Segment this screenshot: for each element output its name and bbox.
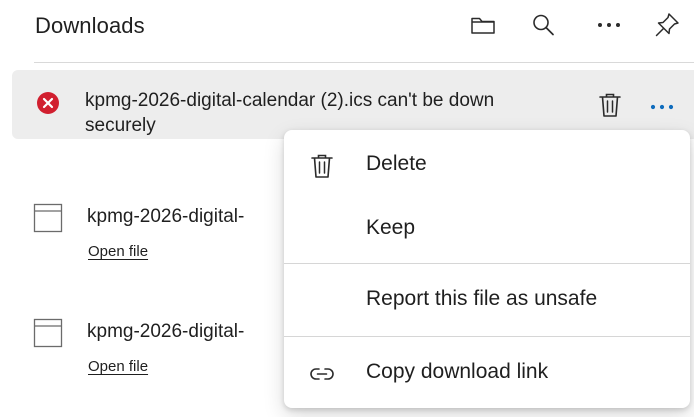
- link-icon: [310, 368, 334, 380]
- menu-item-label: Keep: [366, 216, 416, 239]
- more-options-button[interactable]: [592, 8, 626, 42]
- error-icon: [37, 92, 59, 114]
- open-file-link[interactable]: Open file: [88, 243, 148, 260]
- pin-button[interactable]: [650, 8, 684, 42]
- downloads-header: Downloads: [0, 0, 694, 62]
- menu-item-delete[interactable]: Delete: [284, 140, 690, 190]
- calendar-file-icon: [33, 318, 63, 348]
- pin-icon: [655, 13, 679, 37]
- search-icon: [533, 14, 554, 36]
- download-item[interactable]: kpmg-2026-digital- Open file: [0, 190, 300, 270]
- menu-item-report-unsafe[interactable]: Report this file as unsafe: [284, 275, 690, 325]
- search-button[interactable]: [526, 8, 560, 42]
- context-menu: Delete Keep Report this file as unsafe C…: [284, 130, 690, 408]
- open-file-link[interactable]: Open file: [88, 358, 148, 375]
- folder-icon: [471, 17, 495, 34]
- trash-icon: [311, 154, 333, 178]
- trash-icon: [599, 93, 621, 117]
- more-icon: [598, 23, 620, 27]
- menu-separator: [284, 263, 690, 264]
- menu-item-label: Copy download link: [366, 360, 549, 383]
- text-fade: [512, 86, 582, 114]
- failed-download-line1: kpmg-2026-digital-calendar (2).ics can't…: [85, 90, 495, 111]
- page-title: Downloads: [35, 13, 145, 38]
- delete-download-button[interactable]: [595, 90, 625, 120]
- failed-download-item[interactable]: kpmg-2026-digital-calendar (2).ics can't…: [12, 70, 694, 139]
- download-file-name: kpmg-2026-digital-: [87, 321, 245, 342]
- more-icon: [650, 104, 674, 110]
- header-divider: [34, 62, 694, 63]
- open-folder-button[interactable]: [466, 8, 500, 42]
- download-file-name: kpmg-2026-digital-: [87, 206, 245, 227]
- menu-item-label: Report this file as unsafe: [366, 287, 598, 310]
- menu-item-copy-link[interactable]: Copy download link: [284, 348, 690, 398]
- menu-item-label: Delete: [366, 152, 427, 175]
- calendar-file-icon: [33, 203, 63, 233]
- menu-item-keep[interactable]: Keep: [284, 204, 690, 254]
- download-item[interactable]: kpmg-2026-digital- Open file: [0, 305, 300, 385]
- menu-separator: [284, 336, 690, 337]
- item-more-button[interactable]: [645, 93, 679, 119]
